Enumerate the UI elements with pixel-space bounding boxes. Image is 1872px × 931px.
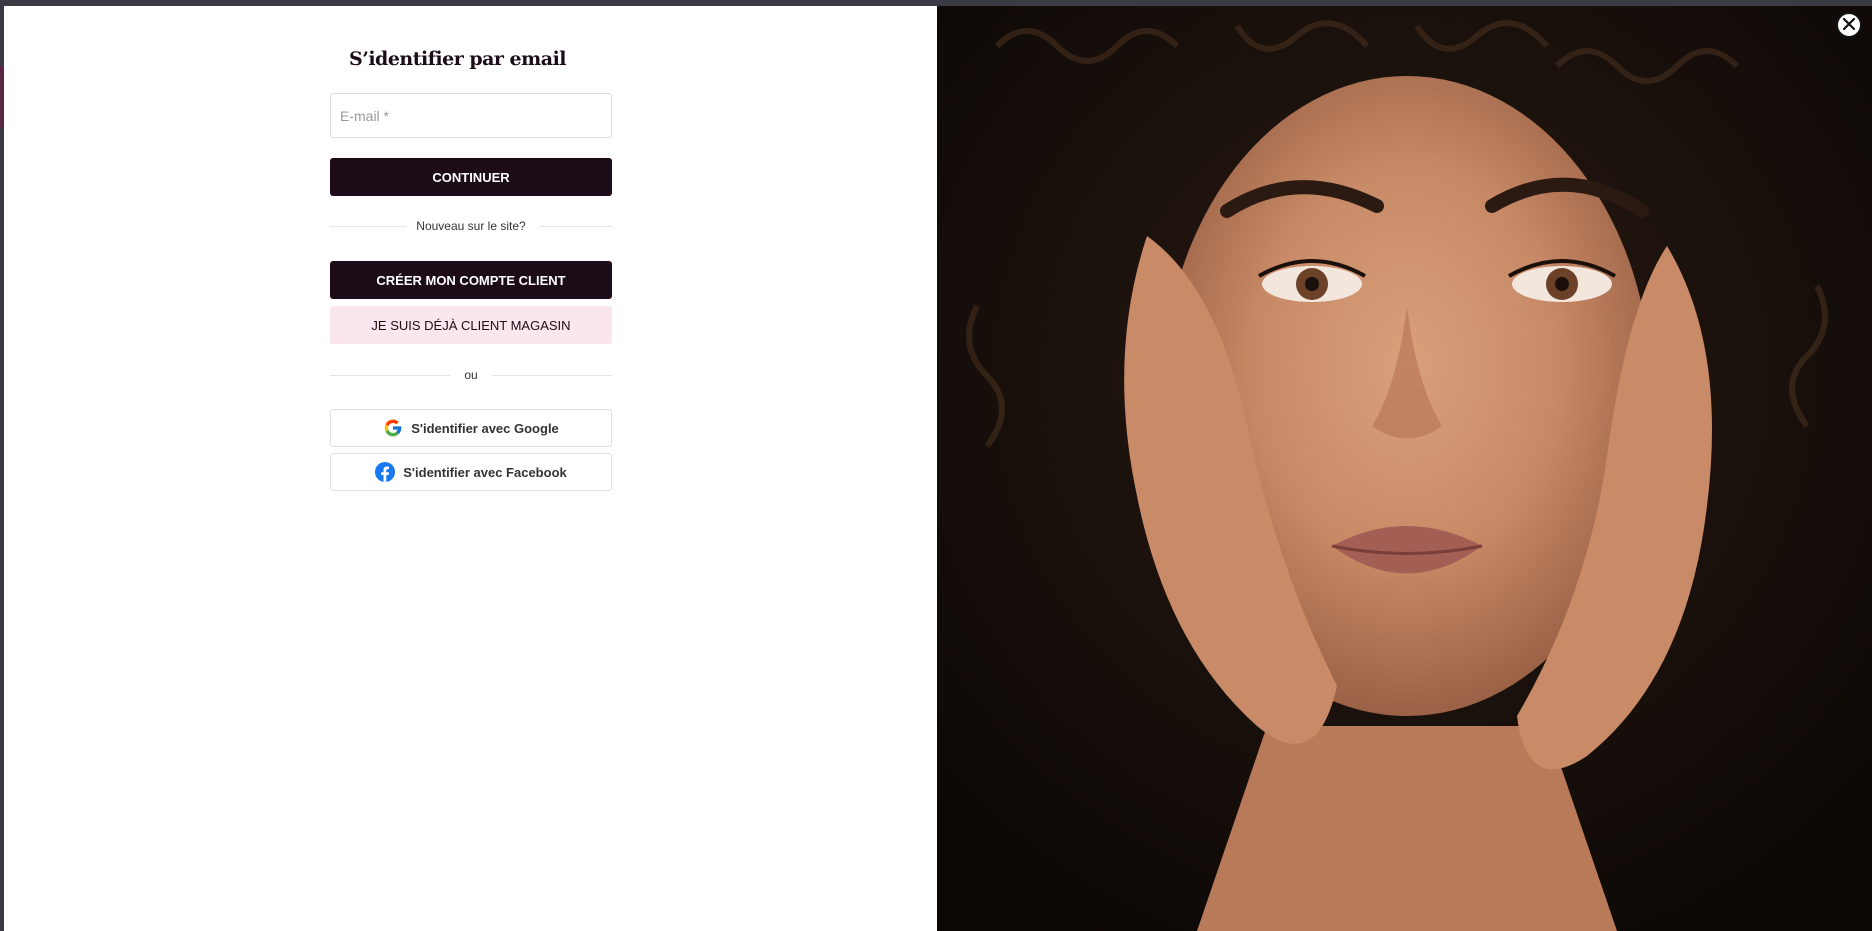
login-modal: S’identifier par email CONTINUER Nouveau… [4, 6, 1872, 931]
continue-button[interactable]: CONTINUER [330, 158, 612, 196]
store-client-button[interactable]: JE SUIS DÉJÀ CLIENT MAGASIN [330, 306, 612, 344]
new-on-site-text: Nouveau sur le site? [410, 219, 532, 233]
create-account-button[interactable]: CRÉER MON COMPTE CLIENT [330, 261, 612, 299]
or-text: ou [458, 368, 484, 382]
close-icon [1842, 17, 1856, 33]
login-title: S’identifier par email [349, 48, 567, 70]
or-divider: ou [330, 367, 612, 383]
google-signin-label: S'identifier avec Google [411, 420, 559, 436]
close-button[interactable] [1836, 12, 1862, 38]
login-panel: S’identifier par email CONTINUER Nouveau… [4, 6, 937, 931]
new-on-site-divider: Nouveau sur le site? [330, 218, 612, 234]
google-signin-button[interactable]: S'identifier avec Google [330, 409, 612, 447]
facebook-icon [375, 462, 396, 482]
google-icon [383, 418, 403, 438]
facebook-signin-label: S'identifier avec Facebook [403, 464, 567, 480]
email-input[interactable] [330, 93, 612, 138]
facebook-signin-button[interactable]: S'identifier avec Facebook [330, 453, 612, 491]
hero-photo [937, 6, 1872, 931]
